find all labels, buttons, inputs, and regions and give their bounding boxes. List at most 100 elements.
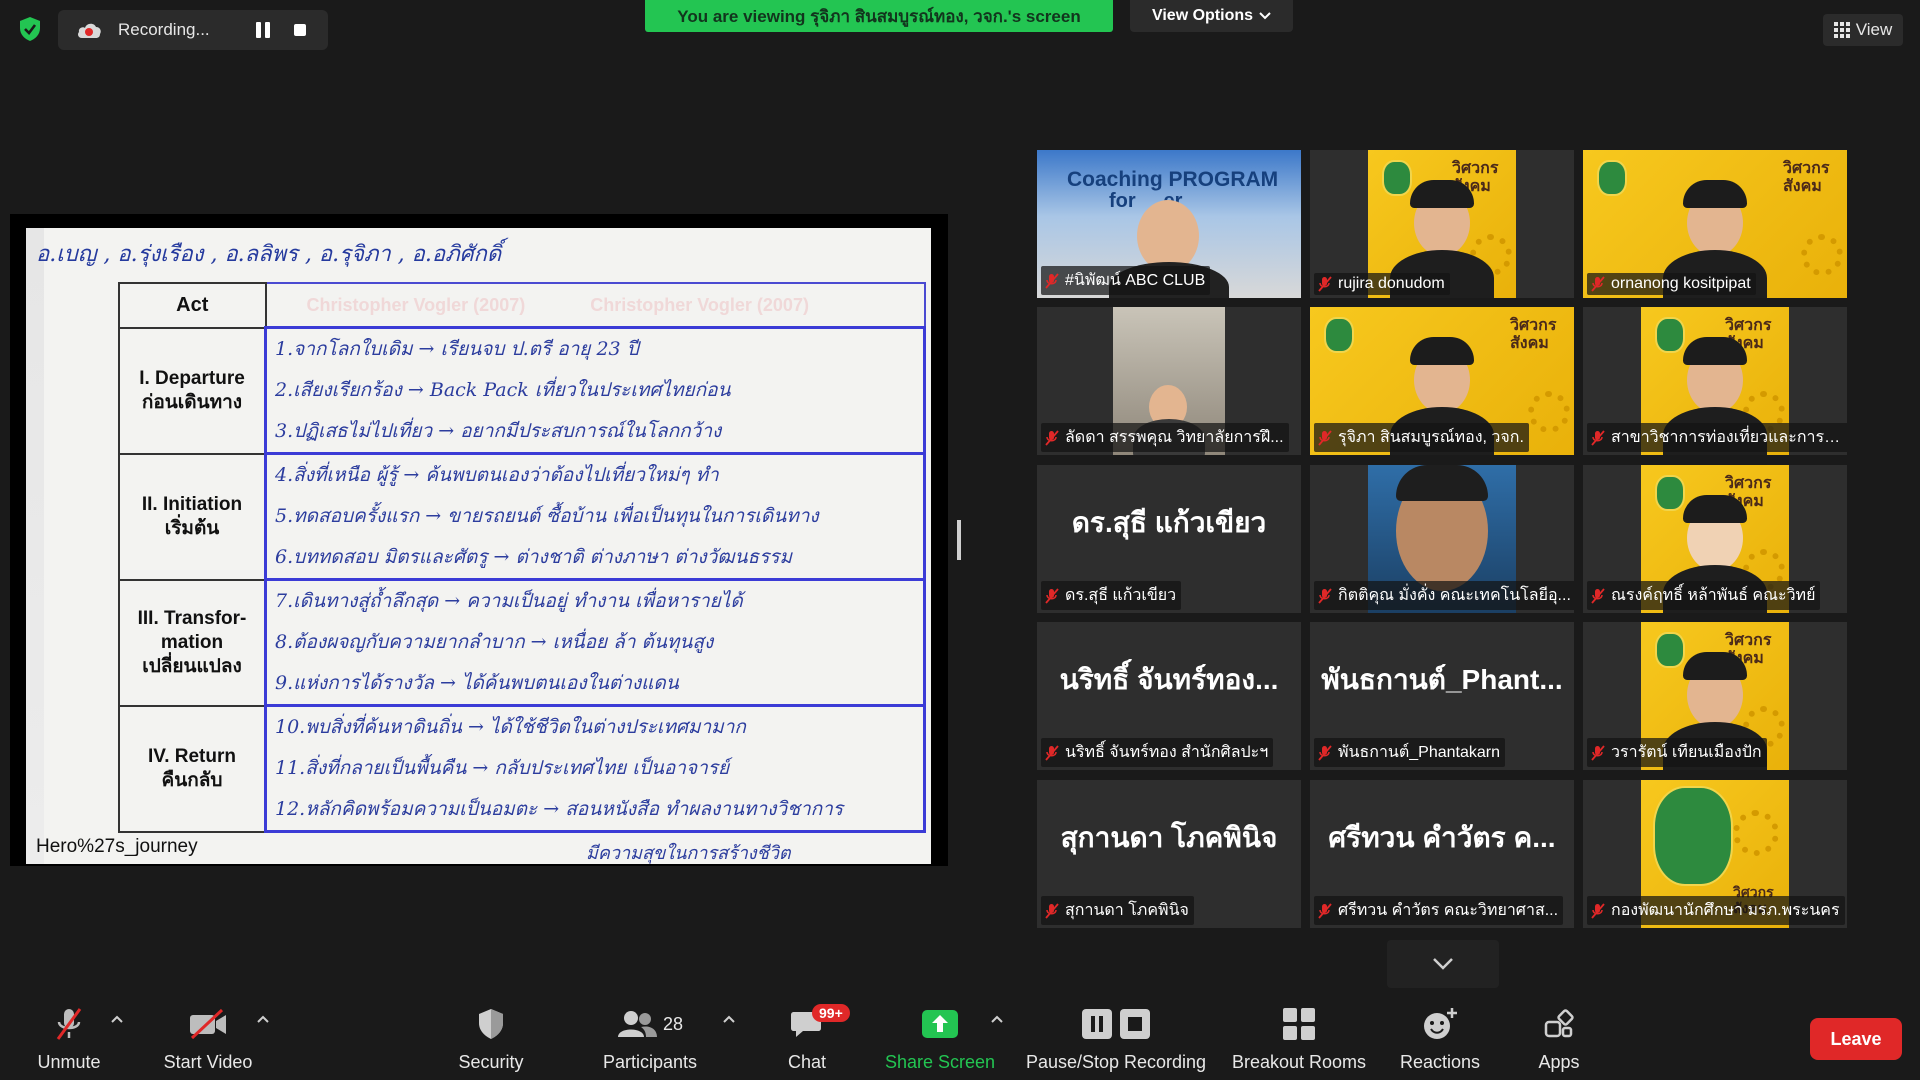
apps-label: Apps	[1538, 1052, 1580, 1072]
act-label-3: III. Transfor-mation เปลี่ยนแปลง	[118, 578, 267, 707]
participant-tile[interactable]: วิศวกรสังคม ณรงค์ฤทธิ์ หล้าพันธ์ คณะวิทย์	[1583, 465, 1847, 613]
slide-footer-left: Hero%27s_journey	[36, 836, 198, 857]
microphone-muted-icon	[1591, 744, 1605, 761]
note-line: 11.สิ่งที่กลายเป็นพื้นคืน → กลับประเทศไท…	[275, 757, 730, 779]
act-title: II. Initiation	[141, 493, 243, 515]
participant-name-label: พันธกานต์_Phantakarn	[1314, 738, 1505, 767]
video-options-caret-icon[interactable]	[256, 1014, 270, 1024]
act-title: I. Departure	[139, 367, 245, 389]
microphone-muted-icon	[1318, 902, 1332, 919]
note-line: 1.จากโลกใบเดิม → เรียนจบ ป.ตรี อายุ 23 ป…	[275, 338, 639, 360]
participant-display-name: ดร.สุธี แก้วเขียว	[1071, 507, 1267, 538]
participant-name-label: กองพัฒนานักศึกษา มรภ.พระนคร	[1587, 896, 1845, 925]
leave-meeting-button[interactable]: Leave	[1810, 1018, 1902, 1060]
microphone-muted-icon	[56, 1008, 82, 1040]
reactions-button[interactable]: Reactions	[1396, 994, 1484, 1080]
note-line: 9.แห่งการได้รางวัล → ได้ค้นพบตนเองในต่าง…	[275, 672, 679, 694]
act-subtitle: คืนกลับ	[161, 769, 223, 791]
participant-name: สุกานดา โภคพินิจ	[1065, 902, 1189, 919]
participant-tile[interactable]: วิศวกรสังคม วรารัตน์ เทียนเมืองปัก	[1583, 622, 1847, 770]
participant-tile[interactable]: วิศวกรสังคมกองพัฒนานักศึกษา มรภ.พระนคร	[1583, 780, 1847, 928]
note-line: 4.สิ่งที่เหนือ ผู้รู้ → ค้นพบตนเองว่าต้อ…	[275, 464, 719, 486]
share-options-caret-icon[interactable]	[990, 1014, 1004, 1024]
note-line: 8.ต้องผจญกับความยากลำบาก → เหนื่อย ล้า ต…	[275, 631, 714, 653]
act-title: IV. Return	[148, 745, 236, 767]
act-label-4: IV. Return คืนกลับ	[118, 704, 267, 833]
slide: อ.เบญ , อ.รุ่งเรือง , อ.ลลิพร , อ.รุจิภา…	[26, 228, 931, 864]
breakout-rooms-button[interactable]: Breakout Rooms	[1228, 994, 1370, 1080]
participants-label: Participants	[602, 1052, 698, 1072]
pause-icon	[1082, 1009, 1112, 1039]
participant-tile[interactable]: สุกานดา โภคพินิจ สุกานดา โภคพินิจ	[1037, 780, 1301, 928]
participant-tile[interactable]: พันธกานต์_Phant... พันธกานต์_Phantakarn	[1310, 622, 1574, 770]
microphone-muted-icon	[1591, 587, 1605, 604]
act-notes-1: 1.จากโลกใบเดิม → เรียนจบ ป.ตรี อายุ 23 ป…	[264, 326, 926, 455]
participant-name-label: สาขาวิชาการท่องเที่ยวและการโร...	[1587, 423, 1847, 452]
microphone-muted-icon	[1591, 429, 1605, 446]
gallery-next-page-button[interactable]	[1387, 940, 1499, 988]
participant-tile[interactable]: วิศวกรสังคม รุจิภา สินสมบูรณ์ทอง, วจก.	[1310, 307, 1574, 455]
panel-splitter-handle[interactable]	[957, 520, 961, 560]
participant-tile[interactable]: ลัดดา สรรพคุณ วิทยาลัยการฝึ...	[1037, 307, 1301, 455]
microphone-muted-icon	[1045, 429, 1059, 446]
participant-name: พันธกานต์_Phantakarn	[1338, 744, 1500, 761]
pause-recording-button[interactable]	[256, 22, 272, 38]
participant-name-label: วรารัตน์ เทียนเมืองปัก	[1587, 738, 1767, 767]
participant-tile[interactable]: กิตติคุณ มั่งคั่ง คณะเทคโนโลยีอุ...	[1310, 465, 1574, 613]
university-logo	[1655, 632, 1685, 668]
share-screen-label: Share Screen	[884, 1052, 996, 1072]
ghost-header-1: Christopher Vogler (2007)	[306, 294, 526, 315]
view-options-label: View Options	[1151, 7, 1254, 24]
participant-tile[interactable]: ศรีทวน คำวัตร ค... ศรีทวน คำวัตร คณะวิทยา…	[1310, 780, 1574, 928]
participants-icon	[617, 1011, 657, 1037]
share-screen-icon	[922, 1010, 958, 1038]
participant-name-label: กิตติคุณ มั่งคั่ง คณะเทคโนโลยีอุ...	[1314, 581, 1574, 610]
audio-options-caret-icon[interactable]	[110, 1014, 124, 1024]
view-layout-button[interactable]: View	[1823, 14, 1903, 46]
participant-name-label: สุกานดา โภคพินิจ	[1041, 896, 1194, 925]
coaching-banner-text: Coaching PROGRAM	[1067, 168, 1279, 191]
participant-tile[interactable]: ดร.สุธี แก้วเขียว ดร.สุธี แก้วเขียว	[1037, 465, 1301, 613]
participant-tile[interactable]: Coaching PROGRAM for er #นิพัฒน์ ABC CLUB	[1037, 150, 1301, 298]
participant-name: กองพัฒนานักศึกษา มรภ.พระนคร	[1611, 902, 1840, 919]
shield-icon	[479, 1009, 503, 1039]
stop-icon	[1120, 1009, 1150, 1039]
recording-label: Recording...	[118, 20, 210, 39]
note-line: 10.พบสิ่งที่ค้นหาดินถิ่น → ได้ใช้ชีวิตใน…	[275, 716, 746, 738]
participant-hair	[1396, 465, 1488, 501]
participants-button[interactable]: 28 Participants	[598, 994, 702, 1080]
chat-label: Chat	[787, 1052, 827, 1072]
unmute-button[interactable]: Unmute	[28, 994, 110, 1080]
ghost-header-2: Christopher Vogler (2007)	[590, 294, 809, 315]
note-line: 3.ปฏิเสธไม่ไปเที่ยว → อยากมีประสบการณ์ใน…	[275, 420, 722, 442]
participant-hair	[1410, 337, 1474, 365]
participant-tile[interactable]: วิศวกรสังคม rujira donudom	[1310, 150, 1574, 298]
yellow-card-text: วิศวกรสังคม	[1783, 160, 1830, 195]
shared-screen[interactable]: อ.เบญ , อ.รุ่งเรือง , อ.ลลิพร , อ.รุจิภา…	[10, 214, 948, 866]
act-label-1: I. Departure ก่อนเดินทาง	[118, 326, 267, 455]
microphone-muted-icon	[1591, 276, 1605, 292]
participants-count: 28	[662, 1013, 684, 1034]
view-label: View	[1855, 20, 1893, 39]
participants-options-caret-icon[interactable]	[722, 1014, 736, 1024]
microphone-muted-icon	[1318, 276, 1332, 292]
start-video-button[interactable]: Start Video	[150, 994, 266, 1080]
participant-name-label: รุจิภา สินสมบูรณ์ทอง, วจก.	[1314, 423, 1529, 452]
view-options-button[interactable]: View Options	[1130, 0, 1293, 32]
participant-tile[interactable]: นริทธิ์ จันทร์ทอง... นริทธิ์ จันทร์ทอง สำ…	[1037, 622, 1301, 770]
stop-recording-button[interactable]	[294, 24, 306, 36]
participant-tile[interactable]: วิศวกรสังคม สาขาวิชาการท่องเที่ยวและการโร…	[1583, 307, 1847, 455]
participant-tile[interactable]: วิศวกรสังคม ornanong kositpipat	[1583, 150, 1847, 298]
gear-decoration	[1801, 234, 1843, 276]
share-screen-button[interactable]: Share Screen	[880, 994, 1000, 1080]
microphone-muted-icon	[1318, 429, 1332, 446]
pause-stop-recording-button[interactable]: Pause/Stop Recording	[1022, 994, 1210, 1080]
microphone-muted-icon	[1318, 744, 1332, 761]
security-button[interactable]: Security	[448, 994, 534, 1080]
act-table: Act Christopher Vogler (2007) Christophe…	[118, 282, 926, 833]
chevron-down-icon	[1433, 958, 1453, 970]
apps-button[interactable]: Apps	[1526, 994, 1592, 1080]
security-shield-icon[interactable]	[18, 16, 42, 42]
participant-name: สาขาวิชาการท่องเที่ยวและการโร...	[1611, 429, 1847, 446]
participant-name: ณรงค์ฤทธิ์ หล้าพันธ์ คณะวิทย์	[1611, 587, 1816, 604]
